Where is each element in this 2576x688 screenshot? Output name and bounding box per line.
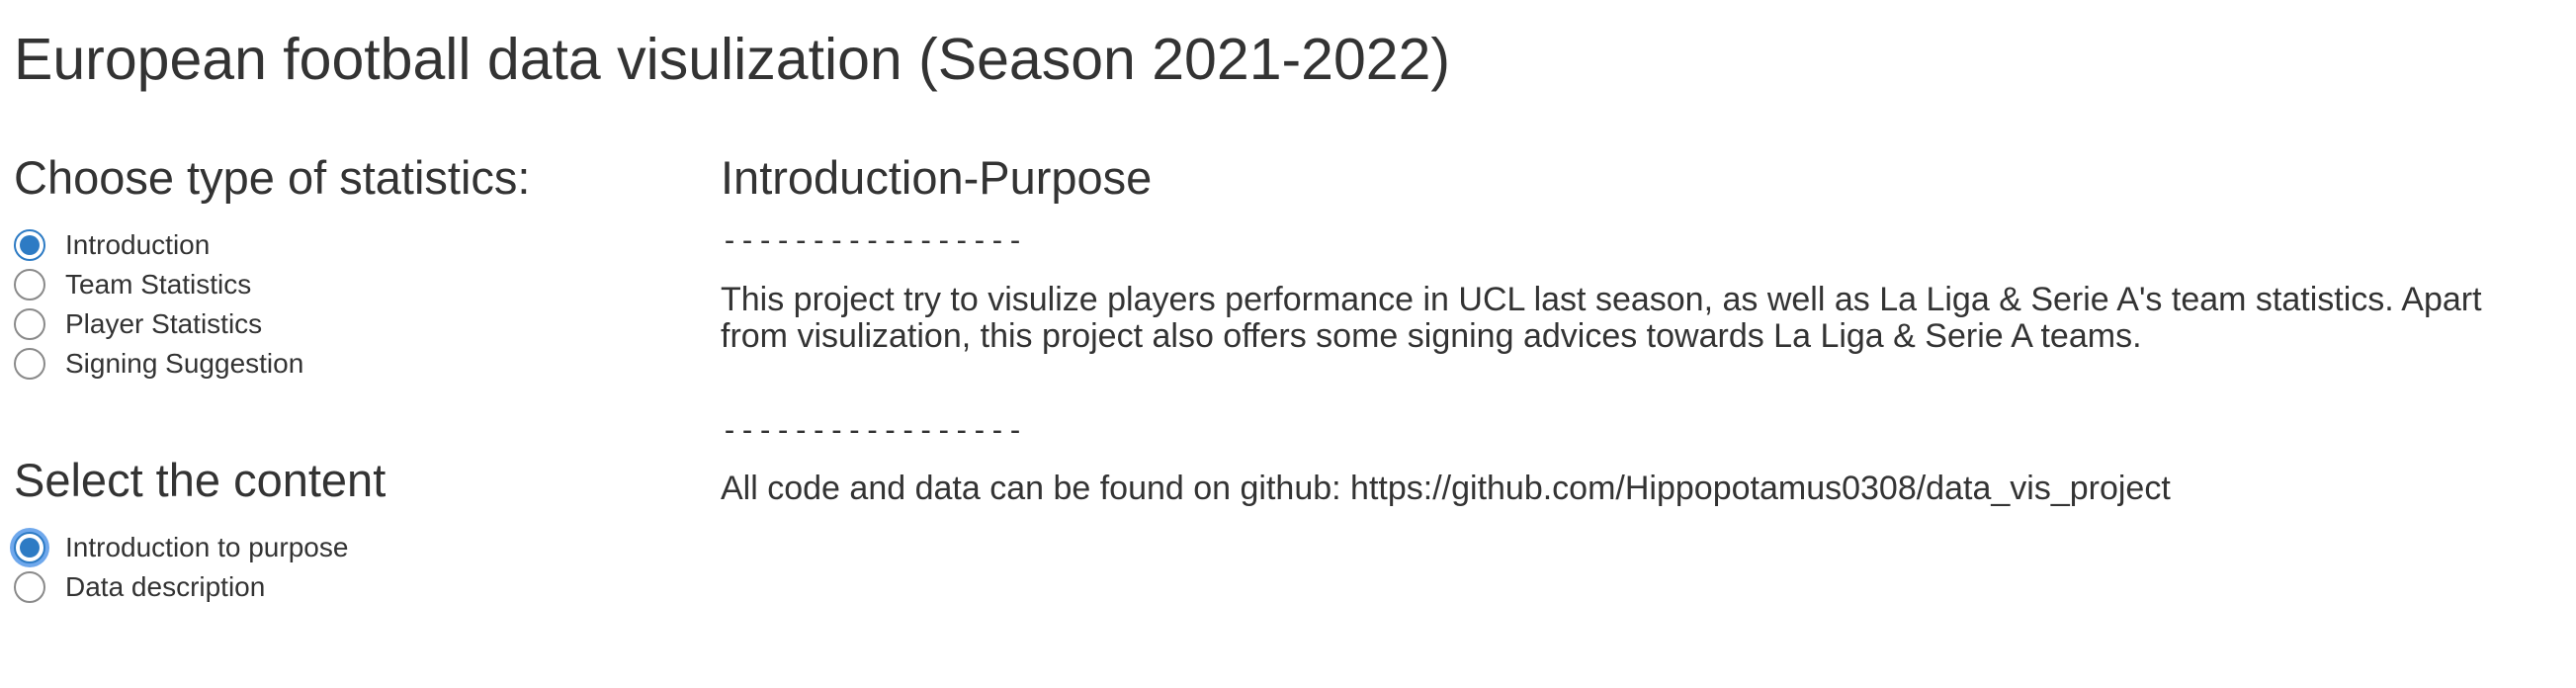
radio-label: Introduction (65, 229, 211, 260)
radio-option-data-description[interactable]: Data description (14, 567, 348, 607)
radio-button[interactable] (14, 308, 45, 340)
radio-label: Player Statistics (65, 308, 263, 339)
radio-button-checked[interactable] (14, 229, 45, 261)
page-title: European football data visulization (Sea… (14, 27, 1451, 92)
text-divider: ----------------- (721, 413, 1025, 448)
radio-option-player-statistics[interactable]: Player Statistics (14, 304, 303, 344)
content-radio-group: Introduction to purpose Data description (14, 528, 348, 607)
content-select-heading: Select the content (14, 454, 386, 506)
radio-option-introduction[interactable]: Introduction (14, 225, 303, 265)
radio-label: Introduction to purpose (65, 532, 349, 562)
statistics-type-heading: Choose type of statistics: (14, 151, 531, 204)
purpose-paragraph: This project try to visulize players per… (721, 281, 2482, 355)
radio-button[interactable] (14, 571, 45, 603)
app-page: European football data visulization (Sea… (0, 0, 2576, 688)
radio-option-introduction-to-purpose[interactable]: Introduction to purpose (14, 528, 348, 567)
text-divider: ----------------- (721, 223, 1025, 258)
radio-option-signing-suggestion[interactable]: Signing Suggestion (14, 344, 303, 384)
radio-option-team-statistics[interactable]: Team Statistics (14, 265, 303, 304)
main-heading: Introduction-Purpose (721, 151, 1153, 204)
radio-label: Data description (65, 571, 266, 602)
radio-button-checked[interactable] (14, 532, 45, 563)
radio-button[interactable] (14, 348, 45, 380)
radio-label: Team Statistics (65, 269, 252, 300)
radio-button[interactable] (14, 269, 45, 301)
github-link-paragraph: All code and data can be found on github… (721, 470, 2171, 507)
radio-label: Signing Suggestion (65, 348, 304, 379)
statistics-type-radio-group: Introduction Team Statistics Player Stat… (14, 225, 303, 384)
